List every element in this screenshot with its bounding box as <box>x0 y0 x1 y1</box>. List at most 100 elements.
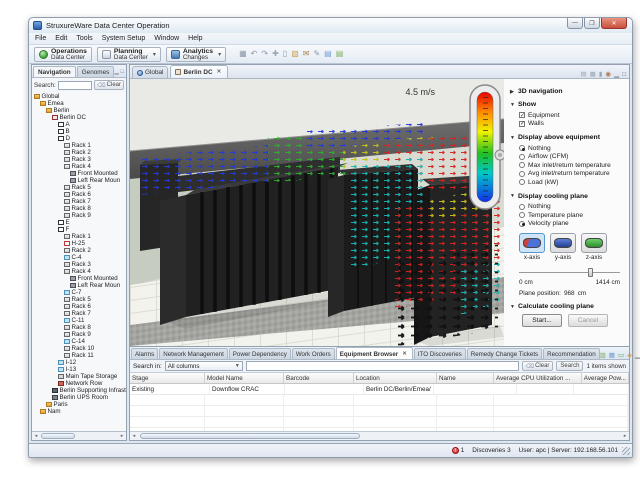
display-above-option[interactable]: Nothing <box>519 144 624 153</box>
bottom-toolbar-icon[interactable]: ▭ <box>618 351 624 359</box>
section-display-above[interactable]: ▼Display above equipment <box>510 134 624 141</box>
menu-item[interactable]: Edit <box>55 35 67 42</box>
view-toolbar-icon[interactable]: ◉ <box>605 70 611 78</box>
chevron-down-icon[interactable]: ▾ <box>151 51 156 58</box>
tree-item[interactable]: C-4 <box>32 254 126 261</box>
display-above-option[interactable]: Airflow (CFM) <box>519 153 624 162</box>
menu-item[interactable]: File <box>35 35 46 42</box>
toolbar-icon[interactable]: ▦ <box>239 50 247 58</box>
column-header[interactable]: Barcode <box>284 373 354 383</box>
tree-item[interactable]: Rack 9 <box>32 331 126 338</box>
tree-item[interactable]: A <box>32 121 126 128</box>
tree-clear-button[interactable]: ⌫Clear <box>94 80 124 90</box>
slider-handle[interactable] <box>588 268 593 277</box>
axis-button[interactable] <box>550 233 576 253</box>
panel-tab[interactable]: Genomes <box>77 66 115 77</box>
panel-tab[interactable]: Navigation <box>33 66 76 77</box>
tree-item[interactable]: Rack 6 <box>32 303 126 310</box>
toolbar-icon[interactable]: ✉ <box>303 50 310 58</box>
column-header[interactable]: Name <box>437 373 494 383</box>
tree-item[interactable]: C-11 <box>32 317 126 324</box>
tree-item[interactable]: Rack 11 <box>32 352 126 359</box>
tree-item[interactable]: Rack 1 <box>32 142 126 149</box>
column-header[interactable]: Model Name <box>205 373 284 383</box>
radio-icon[interactable] <box>519 179 525 185</box>
window-control-button[interactable]: ✕ <box>601 18 627 29</box>
scroll-right-icon[interactable]: ▸ <box>118 432 126 440</box>
tree-item[interactable]: I-13 <box>32 366 126 373</box>
display-above-option[interactable]: Max inlet/return temperature <box>519 161 624 170</box>
checkbox-icon[interactable] <box>519 121 525 127</box>
tree-item[interactable]: Berlin DC <box>32 114 126 121</box>
checkbox-icon[interactable] <box>519 112 525 118</box>
window-control-button[interactable]: ❐ <box>584 18 600 29</box>
tree-item[interactable]: Front Mounted <box>32 170 126 177</box>
bottom-tab[interactable]: Power Dependency ✕ <box>229 348 291 359</box>
cooling-plane-option[interactable]: Nothing <box>519 203 624 212</box>
display-above-option[interactable]: Avg inlet/return temperature <box>519 170 624 179</box>
tree-item[interactable]: Rack 6 <box>32 191 126 198</box>
view-toolbar-icon[interactable]: □ <box>622 71 626 78</box>
scrollbar-thumb[interactable] <box>41 433 75 439</box>
menu-item[interactable]: System Setup <box>102 35 146 42</box>
tree-item[interactable]: D <box>32 135 126 142</box>
columns-filter-dropdown[interactable]: All columns ▼ <box>165 361 243 371</box>
perspective-button[interactable]: Analytics Changes ▾ <box>166 47 226 62</box>
tree-item[interactable]: C-14 <box>32 338 126 345</box>
toolbar-icon[interactable]: ▤ <box>324 50 332 58</box>
perspective-button[interactable]: Operations Data Center ▾ <box>34 47 92 62</box>
cooling-plane-option[interactable]: Temperature plane <box>519 211 624 220</box>
column-header[interactable]: Average CPU Utilization ... <box>494 373 582 383</box>
tree-item[interactable]: Rack 5 <box>32 184 126 191</box>
close-icon[interactable]: ✕ <box>400 350 409 358</box>
scrollbar-thumb[interactable] <box>140 433 360 439</box>
toolbar-icon[interactable]: ↶ <box>251 50 258 58</box>
tree-item[interactable]: Rack 4 <box>32 163 126 170</box>
toolbar-icon[interactable]: ▧ <box>291 50 299 58</box>
menu-item[interactable]: Help <box>188 35 202 42</box>
radio-icon[interactable] <box>519 221 525 227</box>
scroll-left-icon[interactable]: ◂ <box>32 432 40 440</box>
search-button[interactable]: Search <box>556 361 583 371</box>
tree-item[interactable]: E <box>32 219 126 226</box>
start-button[interactable]: Start... <box>522 314 562 327</box>
tree-item[interactable]: Rack 8 <box>32 324 126 331</box>
view-toolbar-icon[interactable]: ▤ <box>581 70 587 78</box>
tree-item[interactable]: H-25 <box>32 240 126 247</box>
close-icon[interactable]: ✕ <box>215 68 224 76</box>
toolbar-icon[interactable]: ▯ <box>283 50 287 58</box>
column-header[interactable]: Stage <box>130 373 205 383</box>
view-toolbar-icon[interactable]: ▦ <box>590 70 596 78</box>
tree-item[interactable]: Rack 8 <box>32 205 126 212</box>
tree-item[interactable]: Rack 5 <box>32 296 126 303</box>
panel-header-icon[interactable]: □ <box>121 69 124 75</box>
radio-icon[interactable] <box>519 145 525 151</box>
column-header[interactable]: Average Pow... <box>582 373 629 383</box>
radio-icon[interactable] <box>519 171 525 177</box>
tree-item[interactable]: Left Rear Moun <box>32 282 126 289</box>
show-option[interactable]: Walls <box>519 120 624 129</box>
radio-icon[interactable] <box>519 162 525 168</box>
3d-view[interactable]: 4.5 m/s <box>130 79 504 346</box>
tree-item[interactable]: Rack 3 <box>32 156 126 163</box>
cancel-button[interactable]: Cancel <box>568 314 608 327</box>
view-toolbar-icon[interactable]: ▮ <box>599 70 603 78</box>
window-control-button[interactable]: — <box>567 18 583 29</box>
radio-icon[interactable] <box>519 154 525 160</box>
bottom-tab[interactable]: Recommendation ✕ <box>543 348 600 359</box>
display-above-option[interactable]: Load (kW) <box>519 178 624 187</box>
bottom-toolbar-icon[interactable]: ▦ <box>609 351 615 359</box>
axis-button[interactable] <box>519 233 545 253</box>
resize-grip[interactable] <box>622 447 630 455</box>
clear-search-button[interactable]: ⌫Clear <box>522 361 554 371</box>
velocity-scale[interactable] <box>470 85 504 209</box>
tree-item[interactable]: Nam <box>32 408 126 415</box>
tree-item[interactable]: Global <box>32 93 126 100</box>
scroll-right-icon[interactable]: ▸ <box>621 432 629 440</box>
title-bar[interactable]: StruxureWare Data Center Operation —❐✕ <box>29 18 632 33</box>
tree-item[interactable]: Rack 9 <box>32 212 126 219</box>
toolbar-icon[interactable]: ▤ <box>336 50 344 58</box>
tree-item[interactable]: Berlin <box>32 107 126 114</box>
tree-item[interactable]: Main Tape Storage <box>32 373 126 380</box>
bottom-toolbar-icon[interactable]: ▁ <box>635 351 640 359</box>
